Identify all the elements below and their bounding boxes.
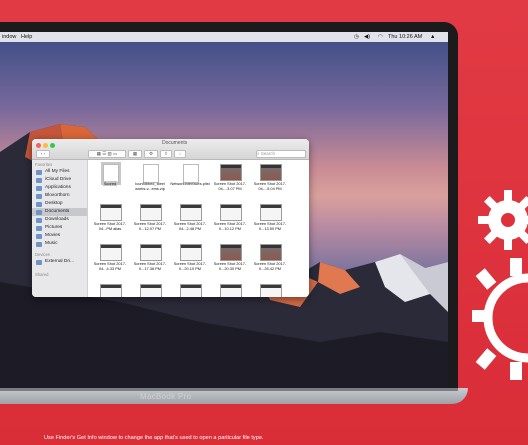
file-item[interactable]: Screen Shot 2017-0...26.42 PM (250, 242, 290, 280)
sidebar-item-pictures[interactable]: Pictures (32, 224, 87, 232)
file-item[interactable]: Screen Shot 2017-0...12.07 PM (130, 202, 170, 240)
search-placeholder: Search (260, 151, 276, 156)
file-item[interactable]: Screen Shot 2017-04-...5.04 PM (250, 162, 290, 200)
sidebar-item-documents[interactable]: Documents (32, 208, 87, 216)
sidebar-item-home[interactable]: Bloxorthorn (32, 192, 87, 200)
screenshot-icon (140, 204, 162, 221)
screenshot-icon (220, 164, 242, 181)
search-input[interactable]: ⌕ Search (256, 150, 306, 158)
gear-icon-large (483, 273, 528, 363)
finder-sidebar: Favorites All My Files iCloud Drive Appl… (32, 160, 88, 297)
file-item[interactable]: NetworkInterfaces.plist (170, 162, 210, 200)
sidebar-item-all-my-files[interactable]: All My Files (32, 168, 87, 176)
file-item[interactable]: Screen Shot 2017-0...13.50 PM (250, 202, 290, 240)
gear-icon[interactable]: ⚙ (144, 150, 158, 158)
gear-icon-small (478, 190, 528, 250)
file-item-partial[interactable] (170, 282, 210, 297)
screenshot-icon (180, 204, 202, 221)
documents-icon (36, 209, 42, 215)
close-button[interactable] (36, 143, 41, 148)
view-mode-button[interactable]: ▦ ☰ ▥ ▭ (88, 150, 126, 158)
pictures-icon (36, 225, 42, 231)
volume-icon[interactable]: ◀) (364, 32, 370, 42)
screenshot-icon (140, 244, 162, 261)
laptop-hinge (0, 388, 458, 391)
devices-heading: Devices (35, 252, 50, 257)
sidebar-item-music[interactable]: Music (32, 240, 87, 248)
sidebar-item-external-drive[interactable]: External Dri... (32, 258, 87, 266)
file-item[interactable]: Screen Shot 2017-04...4.33 PM (90, 242, 130, 280)
search-icon: ⌕ (257, 151, 260, 156)
menu-bar: indow Help ◷ ◀) ◠ Thu 10:26 AM ▲ (0, 32, 448, 42)
downloads-icon (36, 217, 42, 223)
sidebar-item-icloud-drive[interactable]: iCloud Drive (32, 176, 87, 184)
finder-toolbar: Documents ‹ › ▦ ☰ ▥ ▭ ▦ ⚙ ⇪ ◌ ⌕ Search (32, 139, 309, 160)
clock-icon[interactable]: ◷ (354, 32, 359, 42)
menu-item-help[interactable]: Help (21, 32, 32, 42)
screenshot-icon (260, 164, 282, 181)
movies-icon (36, 233, 42, 239)
file-item[interactable]: Screen Shot 2017-0...20.30 PM (210, 242, 250, 280)
sidebar-item-downloads[interactable]: Downloads (32, 216, 87, 224)
desktop-icon (36, 201, 42, 207)
file-item[interactable]: Screen Shot 2017-0...20.10 PM (170, 242, 210, 280)
music-icon (36, 241, 42, 247)
file-item[interactable]: Screen Shot 2017-0...10.12 PM (210, 202, 250, 240)
file-item[interactable]: Screen Shot 2017-04...2.48 PM (170, 202, 210, 240)
sidebar-item-applications[interactable]: Applications (32, 184, 87, 192)
screenshot-icon (220, 284, 242, 297)
home-icon (36, 193, 42, 199)
screenshot-icon (100, 244, 122, 261)
favorites-heading: Favorites (35, 162, 53, 167)
clock-text[interactable]: Thu 10:26 AM (388, 32, 422, 42)
cloud-icon (36, 177, 42, 183)
sidebar-item-desktop[interactable]: Desktop (32, 200, 87, 208)
screenshot-icon (220, 204, 242, 221)
menu-item-window[interactable]: indow (2, 32, 16, 42)
screenshot-icon (180, 244, 202, 261)
screenshot-icon (100, 284, 122, 297)
finder-window[interactable]: Documents ‹ › ▦ ☰ ▥ ▭ ▦ ⚙ ⇪ ◌ ⌕ Search F… (32, 139, 309, 297)
file-item[interactable]: Screen Shot 2017-04...PM alias (90, 202, 130, 240)
screenshot-icon (180, 284, 202, 297)
zoom-button[interactable] (50, 143, 55, 148)
laptop-brand-label: MacBook Pro (140, 392, 192, 401)
screenshot-icon (260, 284, 282, 297)
screenshot-icon (260, 204, 282, 221)
shared-heading: Shared (35, 272, 49, 277)
image-caption: Use Finder's Get Info window to change t… (44, 435, 264, 441)
file-item[interactable]: Scored (90, 162, 130, 200)
file-item[interactable]: Icunfdbbed_steel works-v...ems.zip (130, 162, 170, 200)
applications-icon (36, 185, 42, 191)
file-item-partial[interactable] (250, 282, 290, 297)
arrange-button[interactable]: ▦ (128, 150, 142, 158)
sidebar-item-movies[interactable]: Movies (32, 232, 87, 240)
file-item[interactable]: Screen Shot 2017-0...17.36 PM (130, 242, 170, 280)
share-icon[interactable]: ⇪ (160, 150, 172, 158)
alias-icon (100, 204, 122, 221)
minimize-button[interactable] (43, 143, 48, 148)
screenshot-icon (260, 244, 282, 261)
drive-icon (36, 259, 42, 265)
file-item-partial[interactable] (210, 282, 250, 297)
file-item-partial[interactable] (130, 282, 170, 297)
files-icon (36, 169, 42, 175)
file-item[interactable]: Screen Shot 2017-04-...3.07 PM (210, 162, 250, 200)
window-title: Documents (162, 140, 188, 146)
user-icon[interactable]: ▲ (430, 32, 435, 42)
screenshot-icon (220, 244, 242, 261)
file-item-partial[interactable] (90, 282, 130, 297)
wifi-icon[interactable]: ◠ (378, 32, 383, 42)
screenshot-icon (140, 284, 162, 297)
tag-icon[interactable]: ◌ (174, 150, 186, 158)
file-grid: Scored Icunfdbbed_steel works-v...ems.zi… (88, 160, 309, 297)
back-forward-button[interactable]: ‹ › (36, 150, 50, 158)
